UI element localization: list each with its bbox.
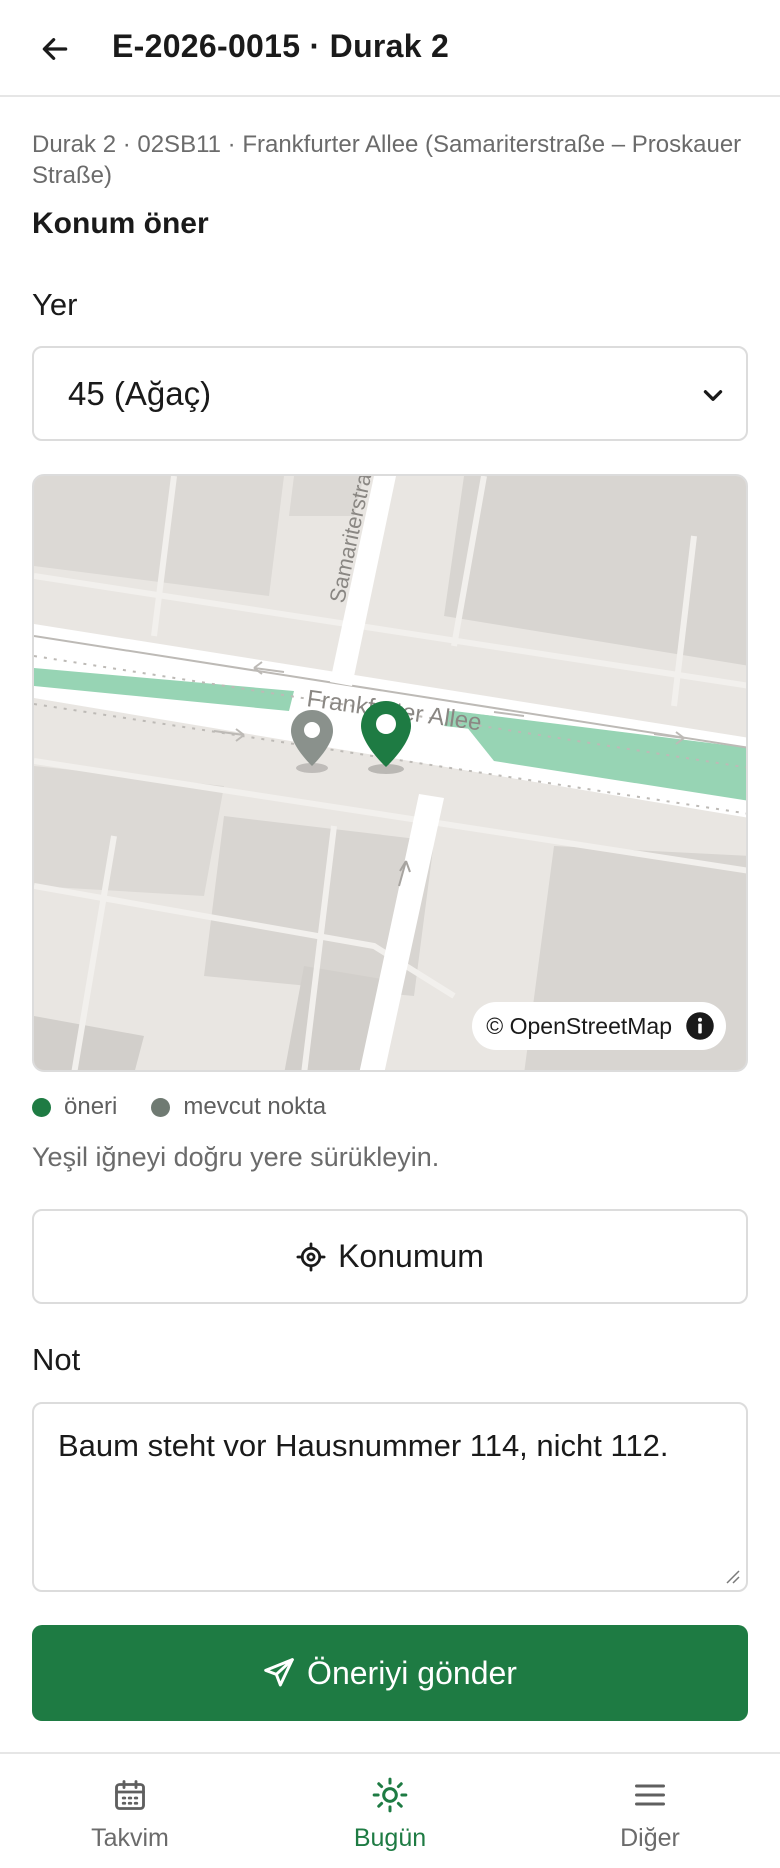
- top-app-bar: E-2026-0015 · Durak 2: [0, 0, 780, 97]
- resize-grip-icon[interactable]: [724, 1568, 740, 1584]
- legend-suggestion: öneri: [32, 1093, 117, 1121]
- sun-icon: [372, 1777, 408, 1813]
- place-select-value: 45 (Ağaç): [68, 374, 212, 412]
- send-icon: [264, 1658, 294, 1687]
- bottom-navigation: Takvim Bugün Diğer: [0, 1752, 780, 1868]
- suggestion-pin[interactable]: [356, 699, 416, 775]
- place-select[interactable]: 45 (Ağaç): [32, 346, 748, 441]
- legend-existing: mevcut nokta: [151, 1093, 326, 1121]
- nav-item-today[interactable]: Bugün: [260, 1754, 520, 1868]
- nav-item-more[interactable]: Diğer: [520, 1754, 780, 1868]
- gray-dot-icon: [151, 1097, 171, 1117]
- green-dot-icon: [32, 1097, 51, 1117]
- place-label: Yer: [32, 287, 78, 322]
- page-title: E-2026-0015 · Durak 2: [112, 28, 450, 64]
- submit-suggestion-label: Öneriyi gönder: [307, 1654, 517, 1691]
- attribution-text: © OpenStreetMap: [486, 1012, 672, 1039]
- map-legend: öneri mevcut nokta: [32, 1091, 360, 1123]
- stop-breadcrumb: Durak 2 · 02SB11 · Frankfurter Allee (Sa…: [32, 131, 742, 189]
- section-title: Konum öner: [32, 207, 209, 240]
- arrow-left-icon: [42, 38, 68, 60]
- note-label: Not: [32, 1342, 81, 1377]
- map-attribution: © OpenStreetMap: [472, 1002, 726, 1050]
- chevron-down-icon: [703, 390, 723, 401]
- nav-item-calendar[interactable]: Takvim: [0, 1754, 260, 1868]
- nav-label-calendar: Takvim: [91, 1824, 169, 1852]
- legend-suggestion-label: öneri: [64, 1093, 118, 1120]
- crosshair-icon: [296, 1242, 326, 1271]
- nav-label-today: Bugün: [353, 1824, 427, 1852]
- note-textarea[interactable]: Baum steht vor Hausnummer 114, nicht 112…: [32, 1402, 748, 1592]
- info-button[interactable]: [682, 1008, 718, 1044]
- my-location-label: Konumum: [338, 1238, 484, 1274]
- submit-suggestion-button[interactable]: Öneriyi gönder: [32, 1625, 748, 1721]
- drag-hint: Yeşil iğneyi doğru yere sürükleyin.: [32, 1142, 440, 1172]
- note-text: Baum steht vor Hausnummer 114, nicht 112…: [58, 1428, 669, 1463]
- my-location-button[interactable]: Konumum: [32, 1209, 748, 1304]
- calendar-icon: [115, 1780, 145, 1810]
- legend-existing-label: mevcut nokta: [183, 1093, 327, 1120]
- info-icon: [686, 1012, 714, 1040]
- map-view[interactable]: Samariterstraße Frankfurter Allee © Open…: [32, 474, 748, 1072]
- back-button[interactable]: [34, 28, 76, 70]
- existing-location-pin: [291, 710, 333, 773]
- nav-label-more: Diğer: [620, 1824, 680, 1852]
- menu-icon: [635, 1784, 665, 1806]
